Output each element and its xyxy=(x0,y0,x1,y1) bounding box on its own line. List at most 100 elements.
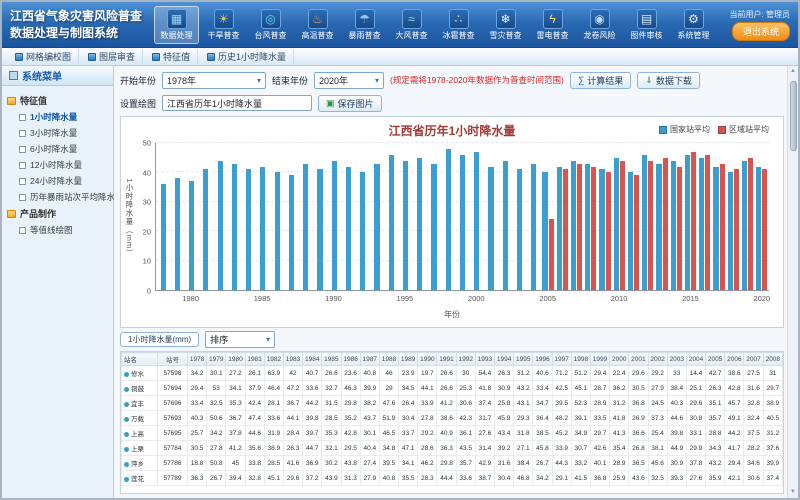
col-year[interactable]: 2000 xyxy=(610,353,629,366)
bar-national-avg xyxy=(474,152,479,290)
nav-item-tornado[interactable]: ◉龙卷风险 xyxy=(577,6,622,44)
value-cell: 44.6 xyxy=(245,426,264,441)
col-year[interactable]: 1982 xyxy=(264,353,283,366)
col-station-name[interactable]: 站名 xyxy=(122,353,158,366)
col-year[interactable]: 2004 xyxy=(686,353,705,366)
col-year[interactable]: 1983 xyxy=(283,353,302,366)
nav-item-rainstorm[interactable]: ☂暴雨普查 xyxy=(342,6,387,44)
nav-item-system-settings[interactable]: ⚙系统管理 xyxy=(671,6,716,44)
save-image-button[interactable]: ▣ 保存图片 xyxy=(318,95,382,112)
tree-item[interactable]: 12小时降水量 xyxy=(5,157,110,173)
col-year[interactable]: 2001 xyxy=(629,353,648,366)
start-year-select[interactable]: 1978年 ▾ xyxy=(162,72,266,89)
value-cell: 41.8 xyxy=(610,411,629,426)
col-year[interactable]: 1986 xyxy=(341,353,360,366)
col-year[interactable]: 1984 xyxy=(303,353,322,366)
col-year[interactable]: 1999 xyxy=(590,353,609,366)
table-row[interactable]: 萍乡5778618.850.84533.828.541.636.930.243.… xyxy=(122,456,783,471)
nav-item-map-review[interactable]: ▤图件审核 xyxy=(624,6,669,44)
nav-item-heat[interactable]: ♨高温普查 xyxy=(295,6,340,44)
calculate-button[interactable]: ∑ 计算结果 xyxy=(570,72,631,89)
main-panel: 开始年份 1978年 ▾ 结束年份 2020年 ▾ (规定需将1978-2020… xyxy=(114,66,798,498)
bar-group-1994 xyxy=(384,143,398,290)
table-row[interactable]: 上栗5778430.527.841.235.638.926.344.732.12… xyxy=(122,441,783,456)
col-year[interactable]: 2006 xyxy=(725,353,744,366)
col-year[interactable]: 1987 xyxy=(360,353,379,366)
nav-item-lightning[interactable]: ϟ雷电普查 xyxy=(530,6,575,44)
value-cell: 29.8 xyxy=(341,396,360,411)
value-cell: 32.4 xyxy=(744,411,763,426)
table-row[interactable]: 宜丰5769633.432.535.342.428.136.744.231.52… xyxy=(122,396,783,411)
col-station-id[interactable]: 站号 xyxy=(158,353,188,366)
col-year[interactable]: 2008 xyxy=(763,353,782,366)
vertical-scrollbar[interactable]: ▲ ▼ xyxy=(787,66,798,498)
end-year-select[interactable]: 2020年 ▾ xyxy=(314,72,384,89)
table-row[interactable]: 万载5769340.350.636.747.433.644.139.828.53… xyxy=(122,411,783,426)
table-row[interactable]: 莲花5778936.326.739.432.845.129.637.243.93… xyxy=(122,471,783,486)
menubar-item[interactable]: 图层审查 xyxy=(81,49,143,64)
bar-national-avg xyxy=(542,172,547,290)
col-year[interactable]: 1994 xyxy=(495,353,514,366)
col-year[interactable]: 1996 xyxy=(533,353,552,366)
col-year[interactable]: 1993 xyxy=(475,353,494,366)
tree-folder[interactable]: 产品制作 xyxy=(5,205,110,222)
col-year[interactable]: 2003 xyxy=(667,353,686,366)
table-row[interactable]: 上高5769525.734.237.844.631.928.439.735.34… xyxy=(122,426,783,441)
table-row[interactable]: 铜鼓5769429.45334.137.946.447.233.632.746.… xyxy=(122,381,783,396)
menubar-item[interactable]: 历史1小时降水量 xyxy=(200,49,294,64)
tree-item[interactable]: 历年暴雨站次平均降水量 xyxy=(5,189,110,205)
col-year[interactable]: 1979 xyxy=(207,353,226,366)
nav-item-data-processing[interactable]: ▦数据处理 xyxy=(154,6,199,44)
sort-select[interactable]: 排序 ▾ xyxy=(205,331,275,348)
chart-title-input[interactable] xyxy=(162,95,312,111)
download-icon: ⇓ xyxy=(645,75,653,86)
y-tick-label: 50 xyxy=(143,139,151,148)
bar-group-1985 xyxy=(256,143,270,290)
tree-item[interactable]: 1小时降水量 xyxy=(5,109,110,125)
chart-xaxis: 198019851990199520002005201020152020 xyxy=(155,294,769,304)
col-year[interactable]: 1998 xyxy=(571,353,590,366)
metric-button[interactable]: 1小时降水量(mm) xyxy=(120,332,199,347)
scroll-up-icon[interactable]: ▲ xyxy=(790,66,796,77)
col-year[interactable]: 1997 xyxy=(552,353,571,366)
start-year-label: 开始年份 xyxy=(120,74,156,87)
tree-item[interactable]: 等值线绘图 xyxy=(5,222,110,238)
nav-item-wind[interactable]: ≈大风普查 xyxy=(389,6,434,44)
col-year[interactable]: 2007 xyxy=(744,353,763,366)
col-year[interactable]: 1985 xyxy=(322,353,341,366)
col-year[interactable]: 1992 xyxy=(456,353,475,366)
tree-item[interactable]: 6小时降水量 xyxy=(5,141,110,157)
col-year[interactable]: 1995 xyxy=(514,353,533,366)
tree-item[interactable]: 3小时降水量 xyxy=(5,125,110,141)
col-year[interactable]: 2005 xyxy=(706,353,725,366)
col-year[interactable]: 1988 xyxy=(379,353,398,366)
bar-regional-avg xyxy=(663,158,668,290)
nav-item-drought[interactable]: ☀干旱普查 xyxy=(201,6,246,44)
nav-item-label: 数据处理 xyxy=(161,30,193,41)
value-cell: 40.6 xyxy=(533,366,552,381)
col-year[interactable]: 2002 xyxy=(648,353,667,366)
download-button[interactable]: ⇓ 数据下载 xyxy=(637,72,700,89)
col-year[interactable]: 1978 xyxy=(188,353,207,366)
chevron-down-icon: ▾ xyxy=(375,76,379,85)
tree-item[interactable]: 24小时降水量 xyxy=(5,173,110,189)
tree-folder[interactable]: 特征值 xyxy=(5,92,110,109)
chevron-down-icon: ▾ xyxy=(257,76,261,85)
menubar-item[interactable]: 特征值 xyxy=(145,49,198,64)
table-row[interactable]: 修水5759834.230.127.226.163.94240.726.623.… xyxy=(122,366,783,381)
menubar-item[interactable]: 网格编校图 xyxy=(8,49,79,64)
scrollbar-thumb[interactable] xyxy=(790,81,797,151)
nav-item-typhoon[interactable]: ◎台风普查 xyxy=(248,6,293,44)
nav-item-hail[interactable]: ∴冰雹普查 xyxy=(436,6,481,44)
col-year[interactable]: 1981 xyxy=(245,353,264,366)
col-year[interactable]: 1991 xyxy=(437,353,456,366)
nav-item-snow[interactable]: ❄雪灾普查 xyxy=(483,6,528,44)
value-cell: 41.2 xyxy=(226,441,245,456)
col-year[interactable]: 1990 xyxy=(418,353,437,366)
scroll-down-icon[interactable]: ▼ xyxy=(790,487,796,498)
logout-button[interactable]: 退出系统 xyxy=(732,22,790,41)
value-cell: 44.9 xyxy=(667,441,686,456)
col-year[interactable]: 1989 xyxy=(399,353,418,366)
col-year[interactable]: 1980 xyxy=(226,353,245,366)
nav-item-label: 龙卷风险 xyxy=(584,30,616,41)
